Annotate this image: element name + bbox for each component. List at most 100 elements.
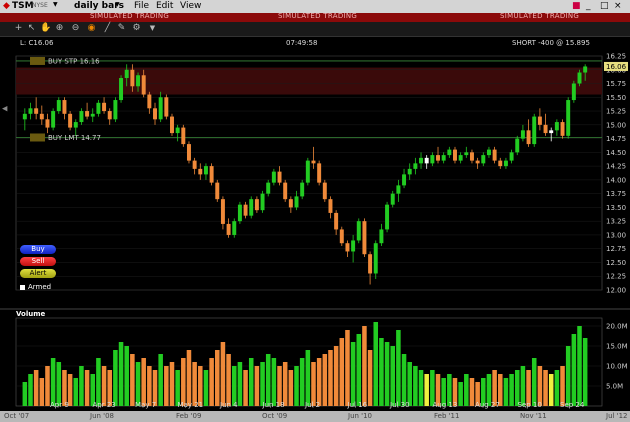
volume-bar <box>356 334 362 406</box>
navigator-label: Oct '07 <box>4 412 30 420</box>
volume-bar <box>577 326 582 406</box>
symbol-dropdown-icon[interactable]: ▼ <box>53 1 58 8</box>
candle-body <box>181 127 186 145</box>
volume-bar <box>45 366 50 406</box>
candle-body <box>79 111 84 123</box>
volume-bar <box>520 366 526 406</box>
candle-body <box>413 163 418 169</box>
volume-bar <box>322 354 328 406</box>
target-icon[interactable]: ◉ <box>87 24 96 33</box>
armed-toggle[interactable]: Armed <box>20 283 51 291</box>
candle-body <box>407 168 412 175</box>
volume-bar <box>79 366 84 406</box>
candle-body <box>198 168 203 175</box>
candle-body <box>305 160 310 183</box>
armed-checkbox[interactable] <box>20 284 25 290</box>
volume-bar <box>181 358 186 406</box>
navigator-label: Feb '09 <box>176 412 202 420</box>
scroll-left-arrow: ◀ <box>2 104 8 112</box>
volume-bar <box>141 358 146 406</box>
volume-bar <box>401 354 407 406</box>
price-tick-label: 14.75 <box>606 135 626 143</box>
wrench-icon[interactable]: ✎ <box>117 24 126 33</box>
candle-body <box>520 130 525 139</box>
volume-bar <box>192 362 197 406</box>
maximize-icon[interactable]: □ <box>600 1 609 11</box>
navigator-label: Jun '10 <box>348 412 372 420</box>
crosshair-icon[interactable]: + <box>14 24 23 33</box>
candle-body <box>373 243 378 274</box>
menu-file[interactable]: File <box>134 1 149 11</box>
volume-bar <box>316 358 322 406</box>
hand-icon[interactable]: ✋ <box>40 24 51 33</box>
candle-body <box>509 152 514 161</box>
candle-body <box>73 122 78 128</box>
volume-bar <box>294 366 299 406</box>
settings-icon[interactable]: ⚙ <box>132 24 141 33</box>
zoom-out-icon[interactable]: ⊖ <box>71 24 80 33</box>
candle-body <box>209 166 214 183</box>
close-icon[interactable]: × <box>614 1 622 11</box>
toolbar-dropdown-icon[interactable]: ▼ <box>148 24 157 33</box>
candle-body <box>317 163 322 183</box>
chart-toolbar: + ↖ ✋ ⊕ ⊖ ◉ ╱ ✎ ⚙ ▼ <box>0 22 630 37</box>
candle-body <box>537 116 542 125</box>
menu-edit[interactable]: Edit <box>156 1 173 11</box>
candle-body <box>379 229 384 244</box>
candle-body <box>577 72 582 84</box>
volume-bar <box>101 366 107 406</box>
link-icon[interactable]: ■ <box>572 1 581 11</box>
volume-bar <box>118 342 124 406</box>
order-zone-band <box>16 67 602 95</box>
candle-body <box>328 199 333 213</box>
volume-bar <box>231 366 237 406</box>
candle-body <box>254 199 259 211</box>
date-tick-label: Jul 30 <box>390 401 410 409</box>
volume-bar <box>333 346 339 406</box>
candle-body <box>39 113 44 120</box>
volume-bar <box>396 330 401 406</box>
candle-body <box>266 182 271 194</box>
candle-body <box>554 122 559 131</box>
candle-body <box>362 221 367 255</box>
menu-view[interactable]: View <box>180 1 201 11</box>
price-tick-label: 13.25 <box>606 218 626 226</box>
last-price: L: C16.06 <box>20 39 54 47</box>
volume-bar <box>565 346 571 406</box>
price-tick-label: 15.25 <box>606 108 626 116</box>
pointer-icon[interactable]: ↖ <box>27 24 36 33</box>
volume-bar <box>198 366 203 406</box>
candle-body <box>22 113 27 120</box>
draw-line-icon[interactable]: ╱ <box>103 24 112 33</box>
candle-body <box>203 166 208 175</box>
timeframe-dropdown-icon[interactable]: ▼ <box>115 1 120 8</box>
time-navigator[interactable]: Oct '07 Jun '08 Feb '09 Oct '09 Jun '10 Feb '… <box>0 411 630 422</box>
candle-body <box>45 119 50 128</box>
candle-body <box>175 127 180 134</box>
date-tick-label: Apr 23 <box>92 401 116 409</box>
candle-body <box>503 160 508 167</box>
buy-button[interactable]: Buy <box>20 245 56 254</box>
candle-body <box>424 157 429 164</box>
volume-bar <box>350 342 356 406</box>
candle-body <box>113 100 118 120</box>
price-tick-label: 14.50 <box>606 149 626 157</box>
volume-chart[interactable]: 20.0M 15.0M 10.0M 5.0M <box>0 308 630 410</box>
symbol-label[interactable]: TSM <box>12 1 34 11</box>
candle-body <box>164 97 169 117</box>
candle-body <box>300 182 305 197</box>
minimize-icon[interactable]: _ <box>586 1 591 11</box>
zoom-in-icon[interactable]: ⊕ <box>55 24 64 33</box>
navigator-label: Jun '08 <box>90 412 114 420</box>
volume-bar <box>124 346 129 406</box>
volume-bar <box>277 366 282 406</box>
candle-body <box>356 221 361 241</box>
volume-bar <box>379 338 384 406</box>
candle-body <box>560 122 565 136</box>
sell-button[interactable]: Sell <box>20 257 56 266</box>
candle-body <box>56 100 61 112</box>
candle-body <box>153 108 157 120</box>
price-chart[interactable]: 16.2516.0015.7515.5015.2515.0014.7514.50… <box>0 48 630 312</box>
candle-body <box>419 157 424 164</box>
alert-button[interactable]: Alert <box>20 269 56 278</box>
